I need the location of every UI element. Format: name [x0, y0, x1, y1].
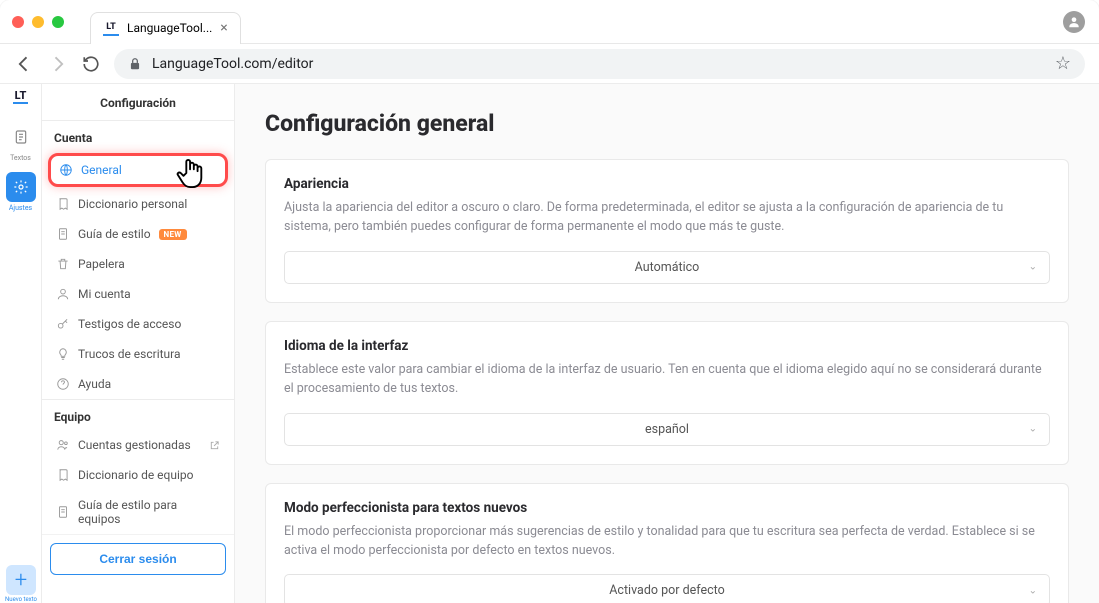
sidebar-item-label: Testigos de acceso: [78, 317, 181, 331]
book-icon: [56, 197, 70, 211]
user-icon: [56, 287, 70, 301]
appearance-select[interactable]: Automático ⌄: [284, 251, 1050, 284]
language-select[interactable]: español ⌄: [284, 413, 1050, 446]
sidebar-item-label: Ayuda: [78, 377, 111, 391]
logout-button[interactable]: Cerrar sesión: [50, 543, 226, 575]
rail-item-settings[interactable]: [6, 172, 36, 202]
rail-label-settings: Ajustes: [9, 204, 32, 212]
maximize-window[interactable]: [52, 16, 64, 28]
external-link-icon: [209, 440, 220, 451]
address-bar[interactable]: LanguageTool.com/editor ☆: [114, 49, 1085, 79]
sidebar-item-team-dict[interactable]: Diccionario de equipo: [42, 460, 234, 490]
minimize-window[interactable]: [32, 16, 44, 28]
sidebar-item-personal-dict[interactable]: Diccionario personal: [42, 189, 234, 219]
sidebar-item-label: Guía de estilo: [78, 227, 151, 241]
select-value: Activado por defecto: [609, 583, 725, 598]
card-desc: Ajusta la apariencia del editor a oscuro…: [284, 198, 1050, 237]
lightbulb-icon: [56, 347, 70, 361]
trash-icon: [56, 257, 70, 271]
sidebar-item-writing-tips[interactable]: Trucos de escritura: [42, 339, 234, 369]
rail-item-texts[interactable]: [6, 122, 36, 152]
globe-icon: [59, 163, 73, 177]
sidebar-item-team-style-guide[interactable]: Guía de estilo para equipos: [42, 490, 234, 534]
close-window[interactable]: [12, 16, 24, 28]
picky-select[interactable]: Activado por defecto ⌄: [284, 574, 1050, 603]
card-title: Idioma de la interfaz: [284, 338, 1050, 354]
card-desc: Establece este valor para cambiar el idi…: [284, 360, 1050, 399]
back-button[interactable]: [14, 54, 34, 74]
sidebar-item-my-account[interactable]: Mi cuenta: [42, 279, 234, 309]
browser-toolbar: LanguageTool.com/editor ☆: [0, 44, 1099, 84]
browser-profile-icon[interactable]: [1063, 11, 1085, 33]
sidebar-item-help[interactable]: Ayuda: [42, 369, 234, 399]
browser-titlebar: LT LanguageTool... ×: [0, 0, 1099, 44]
browser-tab[interactable]: LT LanguageTool... ×: [90, 12, 241, 44]
new-badge: NEW: [159, 229, 187, 240]
new-text-label: Nuevo texto: [0, 596, 42, 603]
new-text-button[interactable]: +: [6, 565, 36, 595]
chevron-down-icon: ⌄: [1029, 424, 1037, 435]
sidebar-section-account: Cuenta: [42, 120, 234, 151]
sidebar-item-label: Diccionario de equipo: [78, 468, 193, 482]
sidebar-item-label: Cuentas gestionadas: [78, 438, 191, 452]
bookmark-star-icon[interactable]: ☆: [1055, 53, 1071, 74]
tab-close-icon[interactable]: ×: [220, 20, 227, 36]
card-picky-mode: Modo perfeccionista para textos nuevos E…: [265, 483, 1069, 603]
sidebar-item-managed-accounts[interactable]: Cuentas gestionadas: [42, 430, 234, 460]
reload-button[interactable]: [82, 55, 100, 73]
app-logo[interactable]: LT: [13, 90, 29, 104]
key-icon: [56, 317, 70, 331]
select-value: español: [645, 422, 689, 437]
sidebar-item-general[interactable]: General: [48, 153, 228, 187]
icon-rail: LT Textos Ajustes + Nuevo texto: [0, 84, 42, 603]
sidebar-item-label: Trucos de escritura: [78, 347, 181, 361]
sidebar-item-label: General: [81, 163, 122, 177]
tab-title: LanguageTool...: [127, 21, 212, 35]
chevron-down-icon: ⌄: [1029, 262, 1037, 273]
rail-label-texts: Textos: [10, 154, 31, 162]
lock-icon: [128, 57, 142, 71]
sidebar-title: Configuración: [42, 84, 234, 120]
window-controls: [12, 16, 72, 28]
card-appearance: Apariencia Ajusta la apariencia del edit…: [265, 159, 1069, 303]
help-icon: [56, 377, 70, 391]
sidebar-item-label: Diccionario personal: [78, 197, 187, 211]
chevron-down-icon: ⌄: [1029, 585, 1037, 596]
settings-sidebar: Configuración Cuenta General Diccionario…: [42, 84, 235, 603]
sidebar-item-label: Papelera: [78, 257, 125, 271]
card-desc: El modo perfeccionista proporcionar más …: [284, 522, 1050, 561]
sidebar-item-trash[interactable]: Papelera: [42, 249, 234, 279]
document-icon: [56, 505, 70, 519]
card-title: Modo perfeccionista para textos nuevos: [284, 500, 1050, 516]
page-title: Configuración general: [265, 110, 1069, 137]
card-title: Apariencia: [284, 176, 1050, 192]
app-root: LT Textos Ajustes + Nuevo texto Configur…: [0, 84, 1099, 603]
sidebar-item-style-guide[interactable]: Guía de estilo NEW: [42, 219, 234, 249]
sidebar-item-access-tokens[interactable]: Testigos de acceso: [42, 309, 234, 339]
users-icon: [56, 438, 70, 452]
select-value: Automático: [635, 260, 700, 275]
document-icon: [56, 227, 70, 241]
sidebar-item-label: Guía de estilo para equipos: [78, 498, 220, 526]
logout-wrapper: Cerrar sesión: [42, 534, 234, 583]
card-interface-language: Idioma de la interfaz Establece este val…: [265, 321, 1069, 465]
tab-favicon: LT: [103, 20, 119, 36]
url-text: LanguageTool.com/editor: [152, 56, 313, 72]
sidebar-item-label: Mi cuenta: [78, 287, 131, 301]
forward-button[interactable]: [48, 54, 68, 74]
settings-content: Configuración general Apariencia Ajusta …: [235, 84, 1099, 603]
sidebar-section-team: Equipo: [42, 399, 234, 430]
book-icon: [56, 468, 70, 482]
